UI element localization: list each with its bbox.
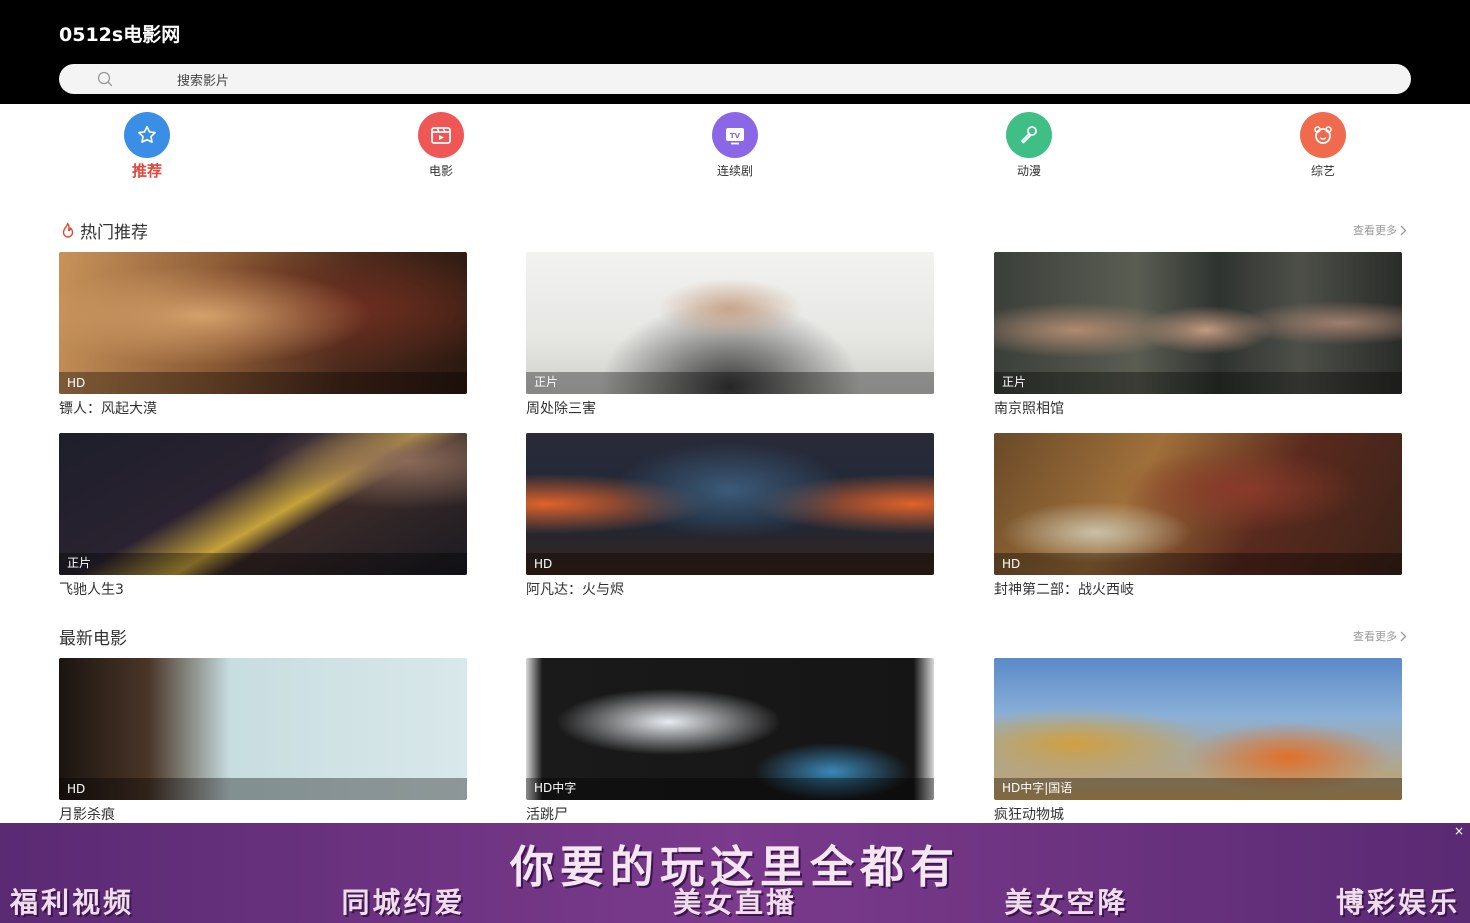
movie-title[interactable]: 阿凡达：火与烬 <box>526 579 934 599</box>
quality-badge: HD <box>534 557 553 571</box>
movie-card[interactable]: HD 封神第二部：战火西岐 <box>994 433 1402 599</box>
nav-item-anime[interactable]: 动漫 <box>969 112 1089 179</box>
ad-link[interactable]: 福利视频 <box>10 881 134 921</box>
movie-title[interactable]: 月影杀痕 <box>59 804 467 824</box>
flame-icon <box>62 222 74 238</box>
quality-badge: HD <box>67 376 86 390</box>
nav-item-series[interactable]: TV 连续剧 <box>675 112 795 179</box>
movie-card[interactable]: HD 镖人：风起大漠 <box>59 252 467 418</box>
section-title: 热门推荐 <box>80 223 148 243</box>
nav-item-recommend[interactable]: 推荐 <box>87 112 207 181</box>
movie-poster[interactable]: HD <box>994 433 1402 575</box>
search-bar[interactable]: 搜索影片 <box>59 64 1411 94</box>
nav-label: 动漫 <box>1016 164 1041 178</box>
quality-badge: HD中字 <box>534 781 577 795</box>
quality-badge: HD中字|国语 <box>1002 781 1073 795</box>
nav-item-variety[interactable]: 综艺 <box>1263 112 1383 179</box>
quality-badge: HD <box>1002 557 1021 571</box>
more-link[interactable]: 查看更多 <box>1353 628 1407 644</box>
section-latest-header: 最新电影 查看更多 <box>59 624 1411 649</box>
movie-title[interactable]: 镖人：风起大漠 <box>59 398 467 418</box>
movie-card[interactable]: 正片 飞驰人生3 <box>59 433 467 599</box>
svg-text:TV: TV <box>730 132 741 140</box>
movie-title[interactable]: 南京照相馆 <box>994 398 1402 418</box>
chevron-right-icon <box>1400 631 1407 641</box>
movie-poster[interactable]: 正片 <box>994 252 1402 394</box>
ad-banner[interactable]: 你要的玩这里全都有 福利视频 同城约爱 美女直播 美女空降 博彩娱乐 × <box>0 823 1470 923</box>
nav-label: 电影 <box>428 164 453 178</box>
movie-title[interactable]: 活跳尸 <box>526 804 934 824</box>
movie-card[interactable]: HD 月影杀痕 <box>59 658 467 824</box>
movie-title[interactable]: 周处除三害 <box>526 398 934 418</box>
section-hot-header: 热门推荐 查看更多 <box>59 218 1411 243</box>
microphone-icon <box>1006 112 1052 158</box>
nav-item-movies[interactable]: 电影 <box>381 112 501 179</box>
nav-label: 连续剧 <box>716 164 753 178</box>
close-icon[interactable]: × <box>1452 824 1466 838</box>
movie-poster[interactable]: HD中字|国语 <box>994 658 1402 800</box>
quality-badge: 正片 <box>534 375 559 389</box>
quality-badge: 正片 <box>67 556 92 570</box>
ad-link[interactable]: 美女直播 <box>673 881 797 921</box>
ad-links: 福利视频 同城约爱 美女直播 美女空降 博彩娱乐 <box>0 881 1470 921</box>
movie-card[interactable]: HD中字|国语 疯狂动物城 <box>994 658 1402 824</box>
movie-poster[interactable]: HD <box>526 433 934 575</box>
movie-poster[interactable]: 正片 <box>526 252 934 394</box>
movie-poster[interactable]: HD <box>59 252 467 394</box>
star-icon <box>124 112 170 158</box>
chevron-right-icon <box>1400 225 1407 235</box>
ad-link[interactable]: 同城约爱 <box>341 881 465 921</box>
movie-title[interactable]: 飞驰人生3 <box>59 579 467 599</box>
section-title: 最新电影 <box>59 629 127 649</box>
more-link[interactable]: 查看更多 <box>1353 222 1407 238</box>
search-input[interactable]: 搜索影片 <box>177 70 229 89</box>
movie-card[interactable]: 正片 周处除三害 <box>526 252 934 418</box>
ad-link[interactable]: 美女空降 <box>1004 881 1128 921</box>
search-icon[interactable] <box>97 71 113 87</box>
site-title[interactable]: 0512s电影网 <box>59 20 180 47</box>
movie-title[interactable]: 封神第二部：战火西岐 <box>994 579 1402 599</box>
movie-poster[interactable]: HD <box>59 658 467 800</box>
tv-icon: TV <box>712 112 758 158</box>
movie-poster[interactable]: 正片 <box>59 433 467 575</box>
movie-poster[interactable]: HD中字 <box>526 658 934 800</box>
movie-card[interactable]: 正片 南京照相馆 <box>994 252 1402 418</box>
movie-card[interactable]: HD中字 活跳尸 <box>526 658 934 824</box>
nav-label: 综艺 <box>1310 164 1335 178</box>
movie-card[interactable]: HD 阿凡达：火与烬 <box>526 433 934 599</box>
bear-face-icon <box>1300 112 1346 158</box>
quality-badge: HD <box>67 782 86 796</box>
site-header: 0512s电影网 搜索影片 <box>0 0 1470 104</box>
movie-title[interactable]: 疯狂动物城 <box>994 804 1402 824</box>
nav-label: 推荐 <box>131 162 162 180</box>
clapperboard-icon <box>418 112 464 158</box>
ad-link[interactable]: 博彩娱乐 <box>1336 881 1460 921</box>
quality-badge: 正片 <box>1002 375 1027 389</box>
